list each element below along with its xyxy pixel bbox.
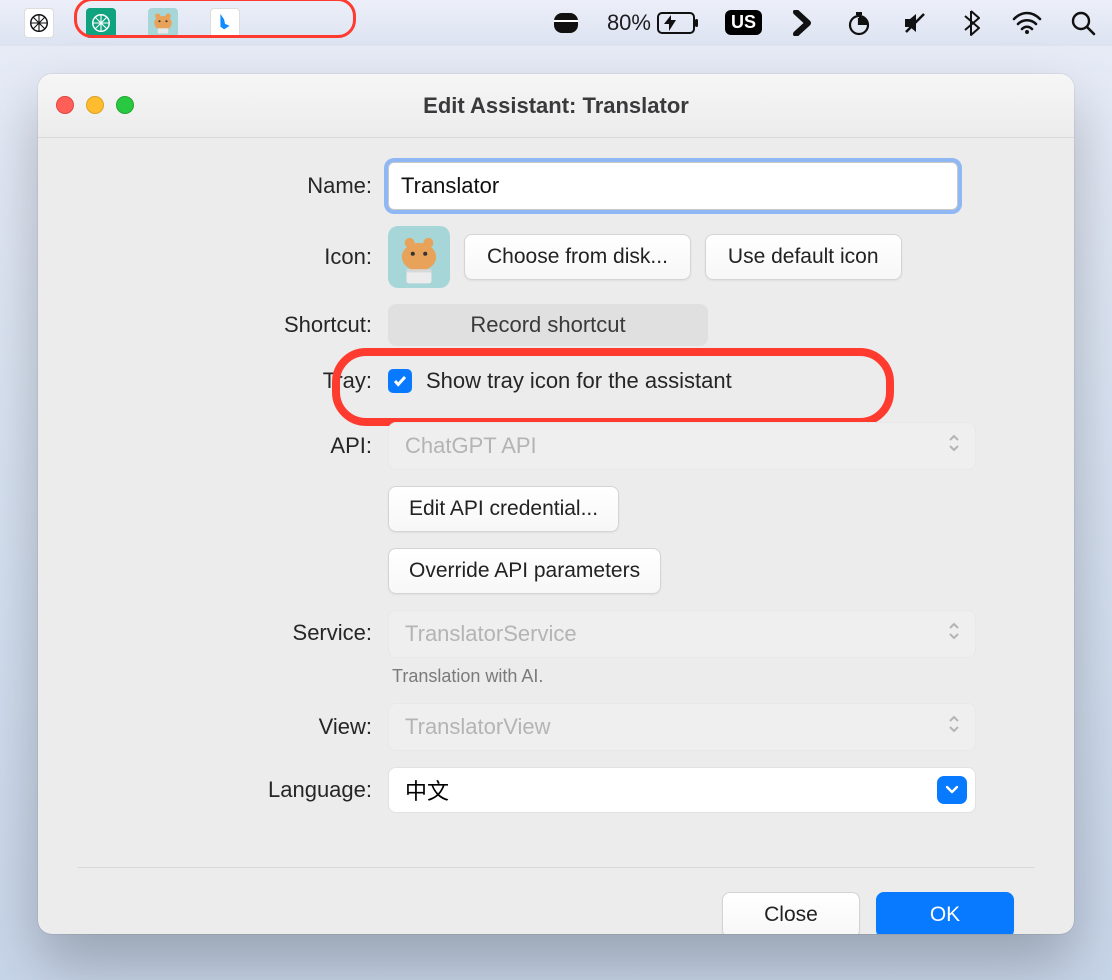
api-select-value: ChatGPT API [405, 433, 537, 459]
macos-menubar: 80% US [0, 0, 1112, 46]
separator [78, 867, 1034, 868]
minimize-window-button[interactable] [86, 96, 104, 114]
label-api: API: [98, 433, 388, 459]
window-title: Edit Assistant: Translator [38, 93, 1074, 119]
record-shortcut-button[interactable]: Record shortcut [388, 304, 708, 346]
row-api: API: ChatGPT API [98, 422, 1014, 470]
row-shortcut: Shortcut: Record shortcut [98, 304, 1014, 346]
language-select-value: 中文 [405, 774, 449, 806]
row-icon: Icon: Choose from disk... Use default ic… [98, 226, 1014, 288]
menubar-tray-icons [14, 6, 250, 40]
window-titlebar: Edit Assistant: Translator [38, 74, 1074, 138]
row-service: Service: TranslatorService Translation w… [98, 610, 1014, 687]
edit-api-credential-button[interactable]: Edit API credential... [388, 486, 619, 532]
battery-percent-text: 80% [607, 10, 651, 36]
updown-caret-icon [947, 621, 961, 647]
service-caption: Translation with AI. [388, 666, 543, 687]
bluetooth-icon[interactable] [956, 8, 986, 38]
stopwatch-icon[interactable] [844, 8, 874, 38]
chevron-right-bold-icon[interactable] [788, 8, 818, 38]
search-icon[interactable] [1068, 8, 1098, 38]
label-view: View: [98, 714, 388, 740]
row-view: View: TranslatorView [98, 703, 1014, 751]
override-api-parameters-button[interactable]: Override API parameters [388, 548, 661, 594]
label-service: Service: [98, 610, 388, 646]
wifi-icon[interactable] [1012, 8, 1042, 38]
battery-status[interactable]: 80% [607, 10, 699, 36]
service-select-value: TranslatorService [405, 621, 577, 647]
tray-icon-openai-green[interactable] [86, 8, 116, 38]
record-shortcut-label: Record shortcut [470, 312, 625, 338]
label-tray: Tray: [98, 368, 388, 394]
row-api-buttons-2: Override API parameters [98, 548, 1014, 594]
updown-caret-icon [947, 714, 961, 740]
label-icon: Icon: [98, 244, 388, 270]
row-name: Name: [98, 162, 1014, 210]
choose-from-disk-button[interactable]: Choose from disk... [464, 234, 691, 280]
tray-icon-hamster[interactable] [148, 8, 178, 38]
view-select[interactable]: TranslatorView [388, 703, 976, 751]
row-tray: Tray: Show tray icon for the assistant [98, 368, 1014, 394]
service-select[interactable]: TranslatorService [388, 610, 976, 658]
dropdown-chip-icon [937, 776, 967, 804]
label-name: Name: [98, 173, 388, 199]
label-shortcut: Shortcut: [98, 312, 388, 338]
edit-assistant-window: Edit Assistant: Translator Name: Icon: C… [38, 74, 1074, 934]
assistant-icon-preview [388, 226, 450, 288]
row-api-buttons-1: Edit API credential... [98, 486, 1014, 532]
close-button[interactable]: Close [722, 892, 860, 934]
close-window-button[interactable] [56, 96, 74, 114]
row-language: Language: 中文 [98, 767, 1014, 813]
airpods-case-icon[interactable] [551, 8, 581, 38]
name-input[interactable] [388, 162, 958, 210]
zoom-window-button[interactable] [116, 96, 134, 114]
use-default-icon-button[interactable]: Use default icon [705, 234, 902, 280]
api-select[interactable]: ChatGPT API [388, 422, 976, 470]
tray-checkbox[interactable] [388, 369, 412, 393]
ok-button[interactable]: OK [876, 892, 1014, 934]
language-select[interactable]: 中文 [388, 767, 976, 813]
label-language: Language: [98, 777, 388, 803]
tray-icon-bing[interactable] [210, 8, 240, 38]
view-select-value: TranslatorView [405, 714, 551, 740]
form-body: Name: Icon: Choose from disk... Use defa… [38, 138, 1074, 849]
window-traffic-lights [56, 96, 134, 114]
tray-checkbox-label: Show tray icon for the assistant [426, 368, 732, 394]
menubar-status-right: 80% US [551, 8, 1098, 38]
updown-caret-icon [947, 433, 961, 459]
tray-icon-openai-white[interactable] [24, 8, 54, 38]
dialog-footer: Close OK [38, 892, 1074, 934]
input-source-badge[interactable]: US [725, 10, 762, 35]
mute-icon[interactable] [900, 8, 930, 38]
